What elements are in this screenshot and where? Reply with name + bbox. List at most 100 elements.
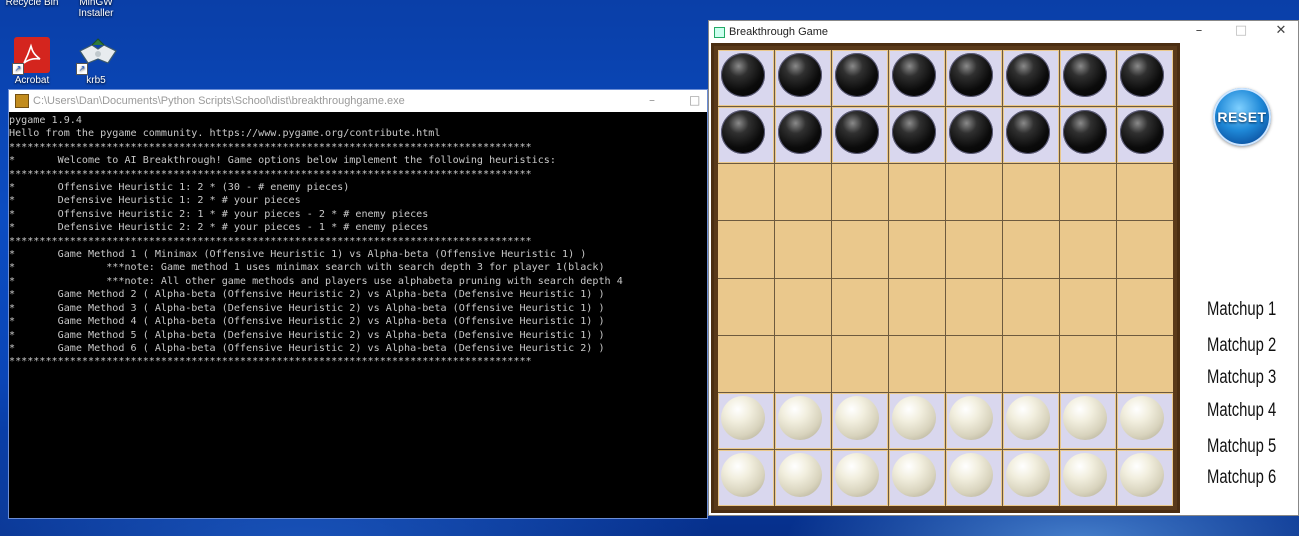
black-piece[interactable] (1063, 53, 1107, 97)
black-piece[interactable] (1006, 53, 1050, 97)
board-cell[interactable] (832, 107, 888, 164)
board-cell[interactable] (718, 221, 774, 278)
desktop-icon-mingw-installer[interactable]: MinGW Installer (64, 0, 128, 19)
reset-button[interactable]: RESET (1213, 88, 1271, 146)
white-piece[interactable] (949, 395, 993, 440)
black-piece[interactable] (778, 53, 822, 97)
black-piece[interactable] (1006, 110, 1050, 155)
game-titlebar[interactable]: Breakthrough Game – □ ✕ (709, 21, 1298, 43)
board-cell[interactable] (775, 50, 831, 107)
board-cell[interactable] (1060, 107, 1116, 164)
board-cell[interactable] (946, 50, 1002, 107)
maximize-button[interactable]: □ (1226, 23, 1256, 38)
board-cell[interactable] (1060, 449, 1116, 506)
board-cell[interactable] (1117, 392, 1173, 449)
matchup-1-button[interactable]: Matchup 1 (1207, 299, 1276, 321)
board-cell[interactable] (718, 335, 774, 392)
white-piece[interactable] (721, 452, 765, 497)
black-piece[interactable] (1120, 110, 1164, 155)
board-cell[interactable] (946, 107, 1002, 164)
white-piece[interactable] (1063, 452, 1107, 497)
black-piece[interactable] (835, 53, 879, 97)
white-piece[interactable] (778, 395, 822, 440)
board-cell[interactable] (889, 392, 945, 449)
board-cell[interactable] (775, 164, 831, 221)
black-piece[interactable] (1063, 110, 1107, 155)
white-piece[interactable] (949, 452, 993, 497)
board-cell[interactable] (1117, 107, 1173, 164)
maximize-button[interactable]: □ (689, 93, 700, 107)
minimize-button[interactable]: – (649, 93, 655, 107)
board-cell[interactable] (832, 278, 888, 335)
board-cell[interactable] (1060, 278, 1116, 335)
board-cell[interactable] (718, 392, 774, 449)
board-cell[interactable] (946, 449, 1002, 506)
board-cell[interactable] (1003, 449, 1059, 506)
board-cell[interactable] (718, 278, 774, 335)
white-piece[interactable] (1120, 452, 1164, 497)
board-cell[interactable] (1003, 50, 1059, 107)
black-piece[interactable] (892, 53, 936, 97)
black-piece[interactable] (949, 110, 993, 155)
matchup-3-button[interactable]: Matchup 3 (1207, 367, 1276, 389)
board-cell[interactable] (1003, 221, 1059, 278)
board-cell[interactable] (889, 164, 945, 221)
board-cell[interactable] (1117, 278, 1173, 335)
minimize-button[interactable]: – (1184, 23, 1214, 38)
board-cell[interactable] (889, 449, 945, 506)
board-cell[interactable] (1117, 164, 1173, 221)
board-cell[interactable] (775, 221, 831, 278)
board-cell[interactable] (832, 449, 888, 506)
white-piece[interactable] (1063, 395, 1107, 440)
board-cell[interactable] (946, 221, 1002, 278)
board-cell[interactable] (1003, 278, 1059, 335)
board-cell[interactable] (718, 449, 774, 506)
close-button[interactable]: ✕ (1266, 23, 1296, 38)
matchup-2-button[interactable]: Matchup 2 (1207, 335, 1276, 357)
board-cell[interactable] (1060, 335, 1116, 392)
black-piece[interactable] (835, 110, 879, 155)
board-cell[interactable] (718, 164, 774, 221)
board-cell[interactable] (718, 107, 774, 164)
board-cell[interactable] (1060, 221, 1116, 278)
white-piece[interactable] (778, 452, 822, 497)
board-cell[interactable] (889, 107, 945, 164)
board-cell[interactable] (889, 221, 945, 278)
board-cell[interactable] (1003, 335, 1059, 392)
board-cell[interactable] (775, 449, 831, 506)
white-piece[interactable] (892, 395, 936, 440)
board-cell[interactable] (946, 392, 1002, 449)
white-piece[interactable] (1006, 452, 1050, 497)
white-piece[interactable] (835, 395, 879, 440)
board-cell[interactable] (1117, 449, 1173, 506)
board-cell[interactable] (832, 164, 888, 221)
board-cell[interactable] (832, 221, 888, 278)
black-piece[interactable] (721, 53, 765, 97)
desktop-icon-acrobat[interactable]: ↗ Acrobat (0, 37, 64, 86)
board-cell[interactable] (1117, 335, 1173, 392)
board-cell[interactable] (1003, 164, 1059, 221)
board-cell[interactable] (775, 392, 831, 449)
board-cell[interactable] (889, 335, 945, 392)
matchup-4-button[interactable]: Matchup 4 (1207, 400, 1276, 422)
console-window[interactable]: C:\Users\Dan\Documents\Python Scripts\Sc… (8, 89, 708, 519)
black-piece[interactable] (721, 110, 765, 155)
board-cell[interactable] (718, 50, 774, 107)
white-piece[interactable] (721, 395, 765, 440)
board-cell[interactable] (1117, 221, 1173, 278)
desktop-icon-recycle-bin[interactable]: Recycle Bin (0, 0, 64, 8)
board-cell[interactable] (946, 164, 1002, 221)
black-piece[interactable] (778, 110, 822, 155)
game-window[interactable]: Breakthrough Game – □ ✕ RESET Matchup 1 … (708, 20, 1299, 516)
board-cell[interactable] (889, 50, 945, 107)
board-cell[interactable] (832, 392, 888, 449)
board-cell[interactable] (946, 335, 1002, 392)
black-piece[interactable] (949, 53, 993, 97)
board-cell[interactable] (832, 335, 888, 392)
black-piece[interactable] (892, 110, 936, 155)
board-cell[interactable] (775, 335, 831, 392)
board-cell[interactable] (1117, 50, 1173, 107)
board-cell[interactable] (1060, 50, 1116, 107)
board-cell[interactable] (889, 278, 945, 335)
matchup-5-button[interactable]: Matchup 5 (1207, 436, 1276, 458)
